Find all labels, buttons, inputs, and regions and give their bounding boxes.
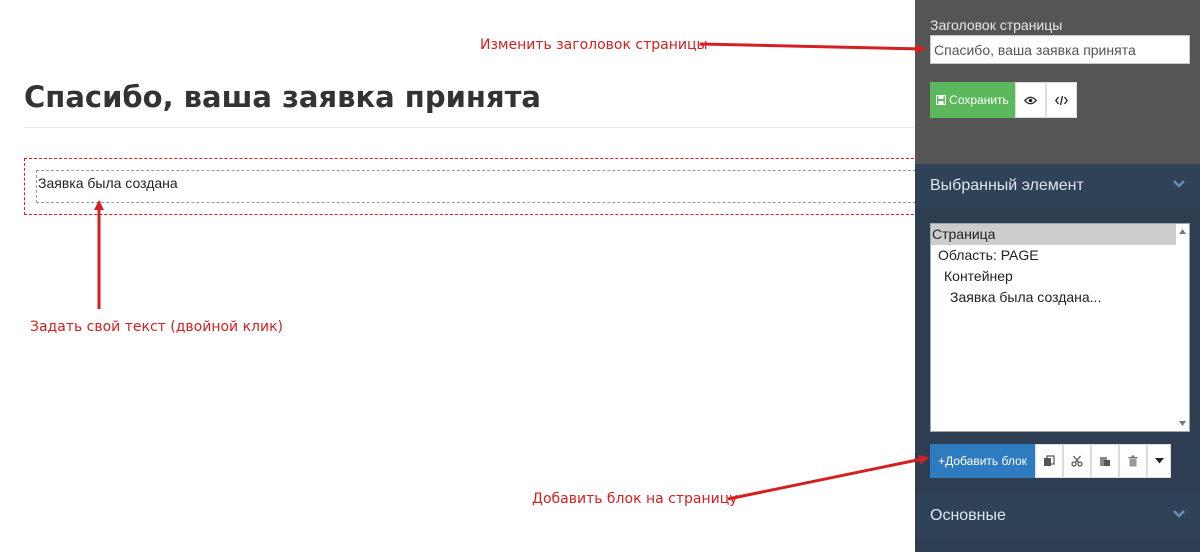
basic-section-header[interactable]: Основные	[915, 494, 1200, 538]
code-icon	[1055, 95, 1068, 105]
tree-item-area[interactable]: Область: PAGE	[931, 245, 1189, 266]
code-button[interactable]	[1046, 82, 1077, 118]
cut-button[interactable]	[1063, 444, 1091, 478]
page-title-label: Заголовок страницы	[930, 17, 1063, 33]
basic-section-title: Основные	[930, 507, 1006, 524]
element-tree-list[interactable]: Страница Область: PAGE Контейнер Заявка …	[930, 223, 1190, 432]
tree-item-container[interactable]: Контейнер	[931, 266, 1189, 287]
delete-button[interactable]	[1119, 444, 1147, 478]
selected-element-title: Выбранный элемент	[930, 177, 1084, 194]
editor-side-panel: Заголовок страницы Сохранить	[915, 0, 1200, 552]
editable-text-block[interactable]: Заявка была создана	[36, 170, 916, 203]
annotation-set-text: Задать свой текст (двойной клик)	[30, 319, 284, 335]
block-actions: +Добавить блок	[930, 444, 1171, 478]
tree-item-text[interactable]: Заявка была создана...	[931, 287, 1189, 308]
scroll-up-icon[interactable]	[1178, 227, 1187, 236]
more-actions-dropdown[interactable]	[1147, 444, 1171, 478]
add-block-button[interactable]: +Добавить блок	[930, 444, 1035, 478]
page-title-input[interactable]	[930, 35, 1190, 64]
heading-divider	[24, 127, 915, 128]
trash-icon	[1128, 455, 1138, 467]
arrow-to-title-input	[699, 42, 926, 54]
save-button[interactable]: Сохранить	[930, 82, 1015, 118]
eye-icon	[1024, 96, 1037, 104]
tree-item-page[interactable]: Страница	[931, 224, 1176, 245]
save-button-label: Сохранить	[949, 93, 1009, 107]
chevron-down-icon	[1173, 180, 1185, 188]
preview-button[interactable]	[1015, 82, 1046, 118]
copy-button[interactable]	[1035, 444, 1063, 478]
scissors-icon	[1071, 455, 1083, 467]
paste-button[interactable]	[1091, 444, 1119, 478]
annotation-change-title: Изменить заголовок страницы	[480, 37, 708, 53]
arrow-to-add-block	[727, 454, 929, 501]
scroll-down-icon[interactable]	[1178, 419, 1187, 428]
annotation-add-block: Добавить блок на страницу	[532, 491, 738, 507]
chevron-down-icon	[1173, 510, 1185, 518]
caret-down-icon	[1154, 458, 1164, 464]
page-actions: Сохранить	[930, 82, 1077, 118]
selected-element-section-header[interactable]: Выбранный элемент	[915, 164, 1200, 208]
paste-icon	[1100, 457, 1110, 466]
floppy-disk-icon	[936, 95, 947, 105]
page-heading: Спасибо, ваша заявка принята	[24, 80, 541, 114]
page-settings-section: Заголовок страницы Сохранить	[915, 0, 1200, 164]
copy-icon	[1044, 455, 1055, 466]
